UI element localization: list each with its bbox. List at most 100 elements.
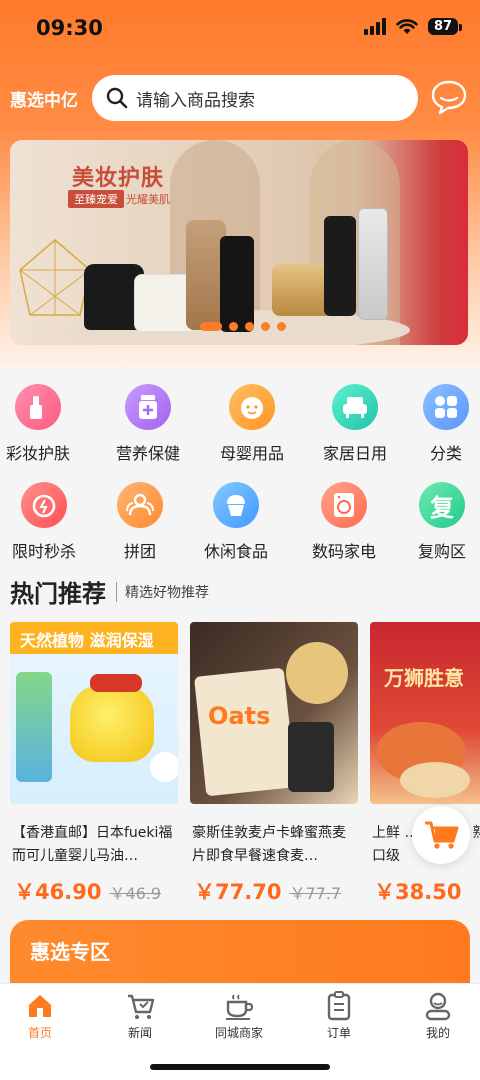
tab-label: 首页: [27, 1026, 52, 1040]
product-image[interactable]: 天然植物 滋润保湿: [10, 622, 178, 804]
repurchase-glyph: 复: [430, 493, 454, 522]
packet-decoration: [288, 722, 334, 792]
category-flash-sale[interactable]: 限时秒杀: [0, 482, 92, 562]
price-row: ￥77.70 ￥77.7: [190, 876, 358, 906]
category-cosmetics[interactable]: 彩妆护肤: [0, 384, 86, 464]
shopping-cart-icon: [425, 821, 459, 849]
top-header: 惠选中亿 请输入商品搜索: [0, 74, 480, 122]
grid-icon: [423, 384, 469, 430]
search-placeholder: 请输入商品搜索: [136, 90, 255, 111]
bottle-black-tall: [324, 216, 356, 316]
bottle-silver: [358, 208, 388, 320]
product-original-price: ￥77.7: [289, 884, 342, 903]
carousel-dot[interactable]: [261, 322, 270, 331]
banner-title: 美妆护肤: [72, 166, 165, 191]
medicine-bottle-icon: [125, 384, 171, 430]
product-price: ￥77.70: [194, 880, 282, 904]
status-icons: 87: [364, 17, 462, 35]
status-bar: 09:30 87: [0, 0, 480, 56]
coffee-cup-icon: [226, 994, 254, 1020]
category-label: 母婴用品: [219, 444, 284, 463]
tab-home[interactable]: 首页: [0, 990, 88, 1041]
category-repurchase[interactable]: 复 复购区: [394, 482, 480, 562]
tab-orders[interactable]: 订单: [291, 990, 387, 1041]
category-label: 限时秒杀: [11, 542, 76, 561]
oats-package: [193, 667, 297, 797]
carousel-dot[interactable]: [200, 322, 222, 331]
repurchase-icon: 复: [419, 482, 465, 528]
city-selector[interactable]: 惠选中亿: [10, 86, 78, 111]
clipboard-icon: [327, 991, 351, 1021]
product-image[interactable]: 万狮胜意: [370, 622, 480, 804]
user-icon: [425, 992, 451, 1021]
tab-profile[interactable]: 我的: [390, 990, 480, 1041]
plant-decoration: [16, 672, 52, 782]
category-label: 复购区: [417, 542, 466, 561]
baby-face-icon: [229, 384, 275, 430]
sofa-icon: [332, 384, 378, 430]
category-snacks[interactable]: 休闲食品: [188, 482, 284, 562]
banner-subtitle-left: 至臻宠爱: [68, 190, 124, 208]
category-label: 拼团: [123, 542, 156, 561]
product-price: ￥38.50: [374, 880, 462, 904]
product-image-text: 万狮胜意: [384, 666, 464, 690]
product-name: 豪斯佳敦麦卢卡蜂蜜燕麦片即食早餐速食麦…: [192, 825, 346, 864]
washing-machine-icon: [321, 482, 367, 528]
category-health[interactable]: 营养保健: [100, 384, 196, 464]
hot-section-header: 热门推荐 精选好物推荐: [10, 574, 209, 609]
product-jar: [70, 684, 154, 762]
category-all[interactable]: 分类: [398, 384, 480, 464]
tab-label: 同城商家: [214, 1026, 263, 1040]
product-card[interactable]: 万狮胜意 上鲜 … 鸡 00g 熟原 … 口级 ￥38.50: [370, 622, 480, 912]
category-home[interactable]: 家居日用: [307, 384, 403, 464]
alarm-clock-icon: [21, 482, 67, 528]
category-group-buy[interactable]: 拼团: [92, 482, 188, 562]
search-icon: [106, 87, 128, 109]
home-icon: [29, 995, 51, 1017]
product-price: ￥46.90: [14, 880, 102, 904]
promo-banner[interactable]: 美妆护肤 至臻宠爱 光耀美肌: [10, 140, 468, 345]
group-icon: [117, 482, 163, 528]
featured-zone[interactable]: 惠选专区: [10, 920, 470, 990]
carousel-dot[interactable]: [277, 322, 286, 331]
product-image-text: 天然植物 滋润保湿: [20, 631, 154, 650]
message-icon[interactable]: [430, 78, 468, 116]
serum-bottle-black: [220, 236, 254, 332]
price-row: ￥46.90 ￥46.9: [10, 876, 178, 906]
cellular-signal-icon: [364, 17, 386, 35]
zone-title: 惠选专区: [30, 940, 110, 964]
category-baby[interactable]: 母婴用品: [204, 384, 300, 464]
tab-label: 订单: [326, 1026, 351, 1040]
battery-indicator: 87: [428, 17, 462, 35]
product-original-price: ￥46.9: [109, 884, 162, 903]
product-jar-lid: [90, 674, 142, 692]
banner-subtitle-right: 光耀美肌: [126, 193, 170, 206]
category-electronics[interactable]: 数码家电: [296, 482, 392, 562]
product-card[interactable]: 天然植物 滋润保湿 【香港直邮】日本fueki福而可儿童婴儿马油… ￥46.90…: [10, 622, 178, 912]
product-image[interactable]: Oats: [190, 622, 358, 804]
flower-decoration: [150, 752, 178, 782]
tab-label: 我的: [425, 1026, 450, 1040]
carousel-dot[interactable]: [229, 322, 238, 331]
tab-news[interactable]: 新闻: [92, 990, 188, 1041]
divider: [116, 581, 117, 602]
home-indicator: [150, 1064, 330, 1070]
tab-local-merchants[interactable]: 同城商家: [191, 990, 287, 1041]
product-carousel[interactable]: 天然植物 滋润保湿 【香港直邮】日本fueki福而可儿童婴儿马油… ￥46.90…: [10, 622, 480, 912]
category-label: 彩妆护肤: [5, 444, 70, 463]
section-subtitle: 精选好物推荐: [125, 584, 209, 601]
status-time: 09:30: [36, 16, 103, 40]
category-label: 家居日用: [322, 444, 387, 463]
price-row: ￥38.50: [370, 876, 480, 906]
product-card[interactable]: Oats 豪斯佳敦麦卢卡蜂蜜燕麦片即食早餐速食麦… ￥77.70 ￥77.7: [190, 622, 358, 912]
food-decoration: [400, 762, 470, 798]
carousel-dot[interactable]: [245, 322, 254, 331]
product-name: 【香港直邮】日本fueki福而可儿童婴儿马油…: [12, 825, 173, 864]
floating-cart-button[interactable]: [412, 806, 470, 864]
section-title: 热门推荐: [10, 580, 106, 608]
lipstick-icon: [15, 384, 61, 430]
search-bar[interactable]: 请输入商品搜索: [92, 75, 418, 121]
carousel-indicator[interactable]: [200, 322, 286, 331]
cupcake-icon: [213, 482, 259, 528]
category-label: 营养保健: [115, 444, 180, 463]
